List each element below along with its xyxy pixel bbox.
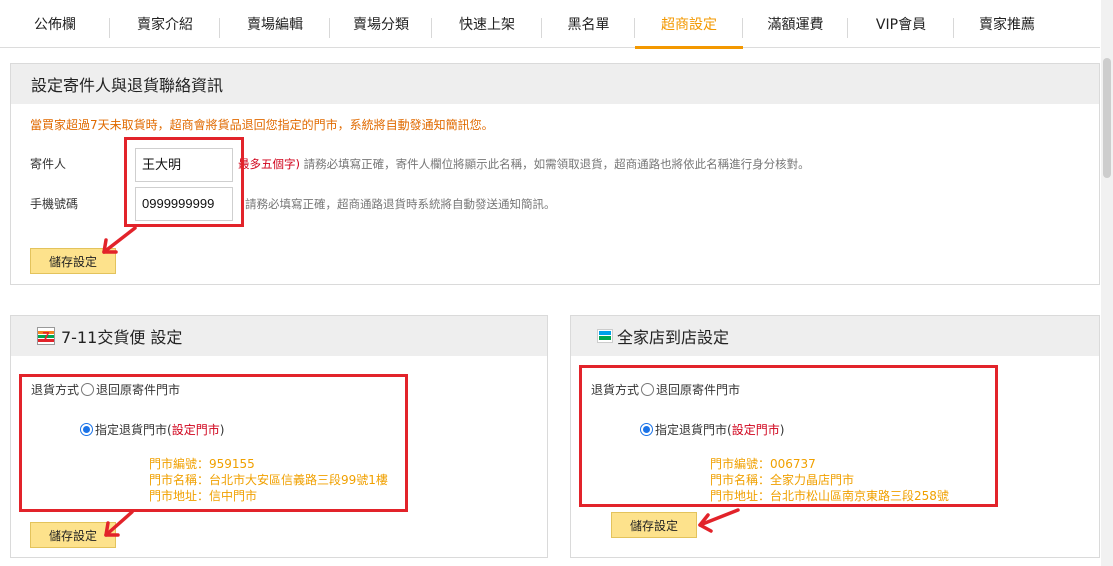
tab-label: 賣家推薦 — [979, 17, 1035, 33]
phone-label: 手機號碼 — [30, 197, 79, 211]
tab-label: 賣場分類 — [353, 17, 409, 33]
active-tab-indicator — [635, 46, 743, 49]
familymart-logo-icon — [597, 329, 613, 343]
tab-label: 公佈欄 — [34, 17, 76, 33]
panel-title-row: 7 7-11交貨便 設定 — [11, 316, 547, 356]
tab-store-category[interactable]: 賣場分類 — [330, 0, 432, 48]
panel-title-row: 全家店到店設定 — [571, 316, 1099, 356]
annotation-highlight-box — [579, 365, 998, 507]
panel-title: 7-11交貨便 設定 — [61, 328, 183, 347]
sender-hint-limit: 最多五個字) — [238, 157, 300, 171]
sender-hint-text: 請務必填寫正確，寄件人欄位將顯示此名稱，如需領取退貨，超商通路也將依此名稱進行身… — [303, 157, 810, 171]
phone-hint: 請務必填寫正確，超商通路退貨時系統將自動發送通知簡訊。 — [245, 197, 556, 211]
tab-seller-intro[interactable]: 賣家介紹 — [110, 0, 220, 48]
annotation-highlight-box — [124, 137, 244, 227]
save-familymart-button[interactable]: 儲存設定 — [611, 512, 697, 538]
tab-label: 賣家介紹 — [137, 17, 193, 33]
tab-store-edit[interactable]: 賣場編輯 — [220, 0, 330, 48]
seven-eleven-logo-text: 7 — [42, 328, 50, 344]
tab-quick-listing[interactable]: 快速上架 — [432, 0, 542, 48]
tab-free-shipping[interactable]: 滿額運費 — [743, 0, 848, 48]
tab-vip-members[interactable]: VIP會員 — [848, 0, 954, 48]
return-notice: 當買家超過7天未取貨時，超商會將貨品退回您指定的門市，系統將自動發通知簡訊您。 — [30, 118, 494, 132]
tab-bar: 公佈欄 賣家介紹 賣場編輯 賣場分類 快速上架 黑名單 超商設定 滿額運費 VI… — [0, 0, 1100, 49]
tab-label: 超商設定 — [661, 17, 717, 33]
sender-label: 寄件人 — [30, 157, 67, 171]
seven-eleven-logo-icon: 7 — [37, 327, 55, 345]
scrollbar[interactable] — [1101, 0, 1113, 566]
tab-seller-recommend[interactable]: 賣家推薦 — [954, 0, 1060, 48]
tab-label: 快速上架 — [459, 17, 515, 33]
tab-label: 賣場編輯 — [247, 17, 303, 33]
tab-label: VIP會員 — [875, 17, 927, 33]
tab-label: 滿額運費 — [767, 17, 824, 33]
save-seven-eleven-button[interactable]: 儲存設定 — [30, 522, 116, 548]
scrollbar-thumb[interactable] — [1103, 58, 1111, 178]
tab-blacklist[interactable]: 黑名單 — [542, 0, 635, 48]
sender-hint: 最多五個字) 請務必填寫正確，寄件人欄位將顯示此名稱，如需領取退貨，超商通路也將… — [238, 156, 810, 172]
panel-title: 設定寄件人與退貨聯絡資訊 — [11, 64, 1099, 104]
tab-convenience-store-settings[interactable]: 超商設定 — [635, 0, 743, 49]
save-sender-button[interactable]: 儲存設定 — [30, 248, 116, 274]
annotation-highlight-box — [19, 374, 408, 512]
tab-label: 黑名單 — [567, 17, 610, 33]
tab-bulletin[interactable]: 公佈欄 — [0, 0, 110, 48]
panel-title: 全家店到店設定 — [617, 328, 730, 347]
